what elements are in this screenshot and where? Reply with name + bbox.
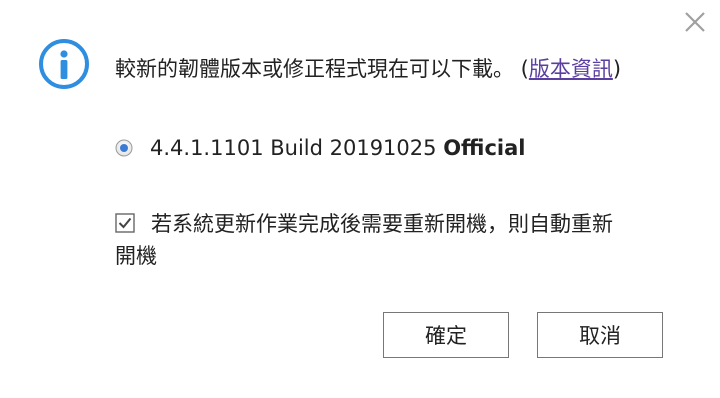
close-button[interactable] — [683, 10, 707, 34]
checkbox-checked-icon[interactable] — [115, 213, 135, 233]
info-icon — [38, 38, 90, 90]
auto-restart-label-line1: 若系統更新作業完成後需要重新開機，則自動重新 — [151, 212, 613, 236]
version-label: 4.4.1.1101 Build 20191025 Official — [150, 136, 526, 160]
version-number: 4.4.1.1101 Build 20191025 — [150, 136, 437, 160]
paren-open: ( — [514, 57, 529, 81]
update-available-message: 較新的韌體版本或修正程式現在可以下載。 (版本資訊) — [115, 54, 621, 84]
auto-restart-label: 若系統更新作業完成後需要重新開機，則自動重新開機 — [115, 208, 675, 272]
auto-restart-label-line2: 開機 — [115, 244, 157, 268]
close-icon[interactable] — [683, 10, 707, 34]
cancel-button[interactable]: 取消 — [537, 312, 663, 358]
radio-selected-icon[interactable] — [115, 139, 133, 157]
version-tag: Official — [443, 136, 526, 160]
message-text: 較新的韌體版本或修正程式現在可以下載。 — [115, 57, 514, 81]
auto-restart-option[interactable]: 若系統更新作業完成後需要重新開機，則自動重新開機 — [115, 208, 675, 272]
version-option[interactable]: 4.4.1.1101 Build 20191025 Official — [115, 133, 526, 163]
release-notes-link[interactable]: 版本資訊 — [529, 57, 613, 81]
paren-close: ) — [612, 57, 622, 81]
firmware-update-dialog: 較新的韌體版本或修正程式現在可以下載。 (版本資訊) 4.4.1.1101 Bu… — [0, 0, 720, 398]
ok-button[interactable]: 確定 — [383, 312, 509, 358]
